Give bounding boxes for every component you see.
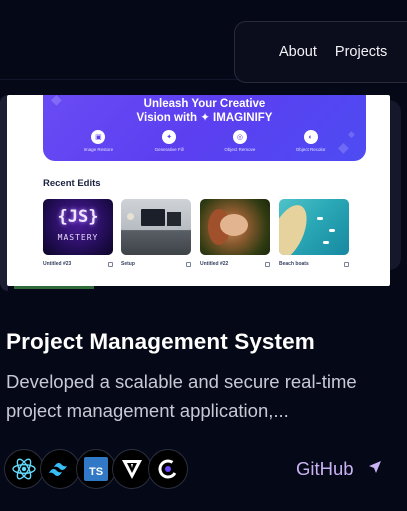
vite-icon (112, 449, 152, 489)
clerk-icon (148, 449, 188, 489)
tile-caption: Beach boats (279, 261, 309, 267)
project-title: Project Management System (6, 329, 315, 354)
nav-link-about[interactable]: About (279, 44, 317, 60)
scan-icon: ◎ (232, 130, 247, 144)
project-thumbnail[interactable]: ◆ ◆ ◆ Unleash Your Creative Vision with … (7, 95, 390, 286)
recent-edit-tile: Beach boats (279, 199, 349, 273)
tailwind-icon (40, 449, 80, 489)
recent-edits-grid: {JS} MASTERY Untitled #23 Setup Untitled… (43, 199, 355, 273)
react-icon (4, 449, 44, 489)
github-link-label: GitHub (296, 458, 354, 479)
tile-caption: Untitled #22 (200, 261, 229, 267)
banner-title: Vision with ✦ IMAGINIFY (136, 112, 273, 124)
thumbnail-bottom-strip (14, 286, 94, 289)
tech-stack-icons: TS (4, 449, 194, 489)
js-mastery-image: {JS} MASTERY (43, 199, 113, 255)
filter-icon: ◐ (303, 130, 318, 144)
beach-boats-image (279, 199, 349, 255)
typescript-badge-text: TS (89, 466, 103, 478)
sparkle-icon: ✦ (162, 130, 177, 144)
banner-action: ✦ Generative Fill (142, 130, 197, 152)
banner-title: Unleash Your Creative (143, 98, 266, 110)
image-icon: ▣ (91, 130, 106, 144)
recent-edit-tile: Setup (121, 199, 191, 273)
top-navbar: About Projects (234, 21, 407, 83)
image-icon (186, 261, 191, 267)
banner-action: ◐ Object Recolor (283, 130, 338, 152)
recent-edit-tile: Untitled #22 (200, 199, 270, 273)
tile-caption: Untitled #23 (43, 261, 72, 267)
send-arrow-icon (368, 460, 382, 479)
thumbnail-hero-banner: ◆ ◆ ◆ Unleash Your Creative Vision with … (43, 95, 366, 161)
image-icon (344, 261, 349, 267)
portrait-image (200, 199, 270, 255)
tile-caption: Setup (121, 261, 135, 267)
banner-action-row: ▣ Image Restore ✦ Generative Fill ◎ Obje… (43, 130, 366, 152)
desk-setup-image (121, 199, 191, 255)
banner-action: ▣ Image Restore (71, 130, 126, 152)
projects-page: About Projects ◆ ◆ ◆ Unleash Your Creati… (0, 0, 407, 511)
project-description: Developed a scalable and secure real-tim… (6, 371, 357, 421)
banner-action: ◎ Object Remove (212, 130, 267, 152)
image-icon (108, 261, 113, 267)
github-link[interactable]: GitHub (296, 456, 382, 482)
nav-link-projects[interactable]: Projects (335, 44, 387, 60)
image-icon (265, 261, 270, 267)
typescript-icon: TS (76, 449, 116, 489)
recent-edits-title: Recent Edits (43, 178, 101, 189)
recent-edit-tile: {JS} MASTERY Untitled #23 (43, 199, 113, 273)
thumbnail-frame-edge (389, 100, 401, 270)
